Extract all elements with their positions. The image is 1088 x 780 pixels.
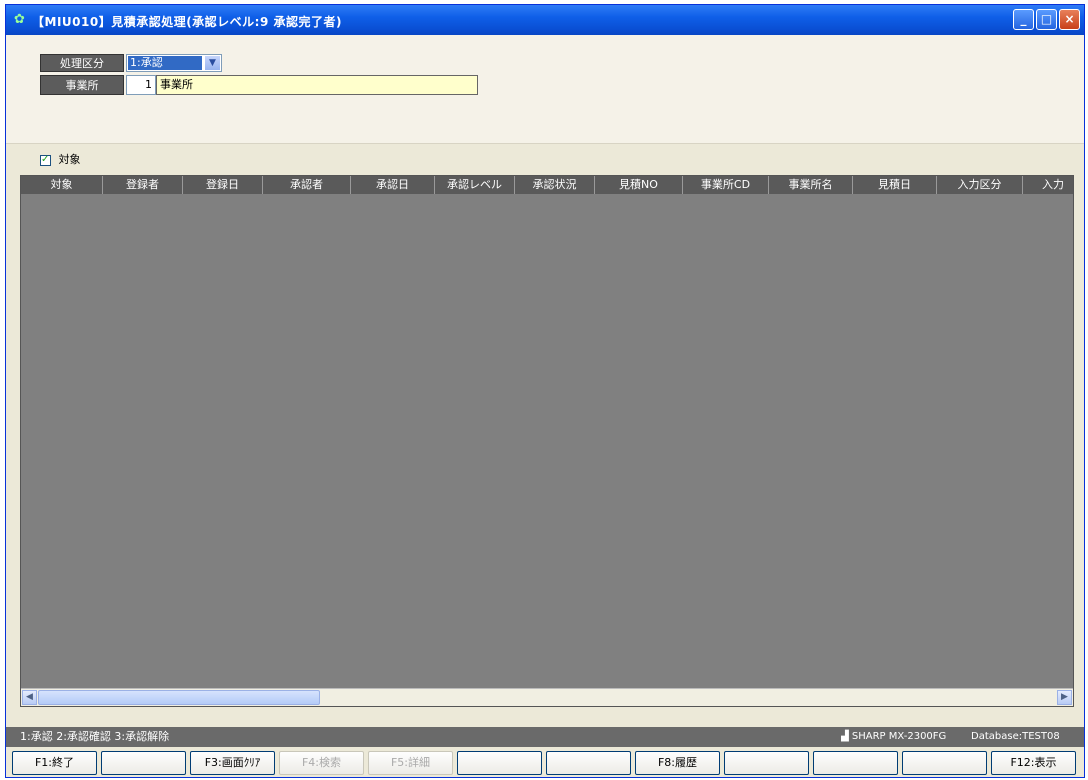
kubun-label: 処理区分	[40, 54, 124, 72]
f4-button: F4:検索	[279, 751, 364, 775]
column-header[interactable]: 事業所名	[769, 176, 853, 194]
function-key-bar: F1:終了 F3:画面ｸﾘｱ F4:検索 F5:詳細 F8:履歴 F12:表示	[6, 749, 1084, 777]
column-header[interactable]: 登録者	[103, 176, 183, 194]
f12-button[interactable]: F12:表示	[991, 751, 1076, 775]
column-header[interactable]: 対象	[21, 176, 103, 194]
app-icon: ✿	[14, 12, 25, 27]
column-header[interactable]: 承認日	[351, 176, 435, 194]
target-checkbox-row[interactable]: 対象	[40, 153, 81, 167]
office-label: 事業所	[40, 75, 124, 95]
status-hint: 1:承認 2:承認確認 3:承認解除	[20, 730, 170, 743]
database-status: Database:TEST08	[971, 731, 1060, 742]
f7-button[interactable]	[546, 751, 631, 775]
f10-button[interactable]	[813, 751, 898, 775]
scroll-right-icon[interactable]: ▶	[1057, 690, 1072, 705]
approval-grid[interactable]: 対象 登録者 登録日 承認者 承認日 承認レベル 承認状況 見積NO 事業所CD…	[20, 175, 1074, 707]
office-name-field: 事業所	[156, 75, 478, 95]
app-window: ✿ 【MIU010】見積承認処理(承認レベル:9 承認完了者) _ □ × 処理…	[5, 4, 1085, 778]
column-header[interactable]: 承認レベル	[435, 176, 515, 194]
scroll-thumb[interactable]	[38, 690, 320, 705]
close-button[interactable]: ×	[1059, 9, 1080, 30]
printer-status: ▟ SHARP MX-2300FG	[841, 727, 946, 747]
grid-header: 対象 登録者 登録日 承認者 承認日 承認レベル 承認状況 見積NO 事業所CD…	[21, 176, 1073, 194]
column-header[interactable]: 見積日	[853, 176, 937, 194]
maximize-button[interactable]: □	[1036, 9, 1057, 30]
scroll-left-icon[interactable]: ◀	[22, 690, 37, 705]
column-header[interactable]: 登録日	[183, 176, 263, 194]
column-header[interactable]: 承認状況	[515, 176, 595, 194]
f6-button[interactable]	[457, 751, 542, 775]
column-header[interactable]: 承認者	[263, 176, 351, 194]
filter-form: 処理区分 1:承認 ▼ 事業所 1 事業所	[6, 35, 1084, 144]
f5-button: F5:詳細	[368, 751, 453, 775]
printer-icon: ▟	[841, 731, 849, 742]
chevron-down-icon[interactable]: ▼	[205, 56, 220, 70]
kubun-selected-value: 1:承認	[128, 56, 202, 70]
kubun-select[interactable]: 1:承認 ▼	[126, 54, 222, 72]
f3-button[interactable]: F3:画面ｸﾘｱ	[190, 751, 275, 775]
column-header[interactable]: 事業所CD	[683, 176, 769, 194]
f1-button[interactable]: F1:終了	[12, 751, 97, 775]
horizontal-scrollbar[interactable]: ◀ ▶	[21, 688, 1073, 706]
f9-button[interactable]	[724, 751, 809, 775]
f2-button[interactable]	[101, 751, 186, 775]
title-bar: ✿ 【MIU010】見積承認処理(承認レベル:9 承認完了者) _ □ ×	[6, 5, 1084, 35]
target-checkbox[interactable]	[40, 153, 51, 167]
f11-button[interactable]	[902, 751, 987, 775]
column-header[interactable]: 入力区分	[937, 176, 1023, 194]
status-bar: 1:承認 2:承認確認 3:承認解除 ▟ SHARP MX-2300FG Dat…	[6, 727, 1084, 747]
office-code-input[interactable]: 1	[126, 75, 156, 95]
minimize-button[interactable]: _	[1013, 9, 1034, 30]
column-header[interactable]: 入力	[1023, 176, 1073, 194]
printer-name: SHARP MX-2300FG	[851, 731, 947, 742]
f8-button[interactable]: F8:履歴	[635, 751, 720, 775]
window-title: 【MIU010】見積承認処理(承認レベル:9 承認完了者)	[32, 15, 342, 29]
target-checkbox-label: 対象	[58, 153, 81, 166]
column-header[interactable]: 見積NO	[595, 176, 683, 194]
